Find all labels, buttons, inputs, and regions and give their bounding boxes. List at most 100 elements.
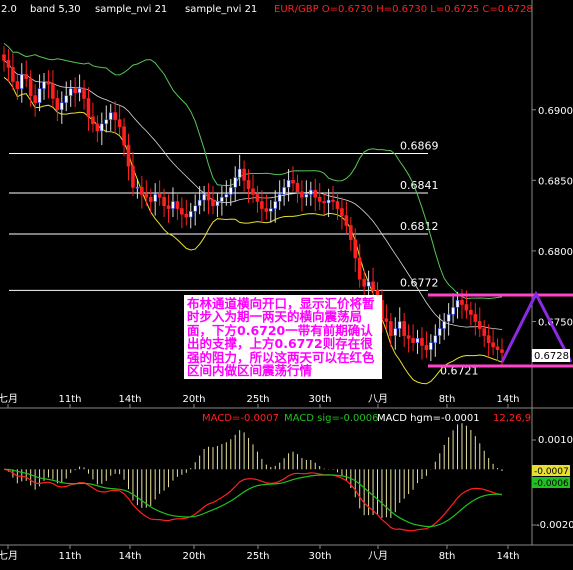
candle-body [264,208,269,212]
candle-body [140,187,144,195]
candle-body [135,187,140,189]
ohlc-label: EUR/GBP O=0.6730 H=0.6730 L=0.6725 C=0.6… [274,4,533,15]
candle-body [95,123,100,132]
candle-body [295,182,300,192]
candle-body [46,81,51,85]
candle-body [273,201,278,209]
candle-body [277,194,282,202]
candle-body [469,309,473,315]
candle-body [51,84,55,99]
candle-body [86,98,91,118]
candle-body [68,88,73,96]
candle-body [166,205,171,209]
price-tick-label: 0.6750 [538,317,573,328]
level-label: 0.6772 [400,276,439,289]
candle-body [331,199,335,202]
candle-body [77,88,82,94]
time-label: 20th [183,551,206,562]
time-label: 25th [247,551,270,562]
analysis-note: 布林通道横向开口，显示汇价将暂时步入为期一两天的横向震荡局面，下方0.6720一… [184,295,382,380]
candle-body [313,189,318,198]
candle-body [495,346,500,351]
candle-body [228,187,233,195]
candle-body [64,95,69,103]
candle-body [202,194,206,201]
candle-body [446,314,451,322]
candle-body [322,201,326,204]
candle-body [362,278,366,287]
candle-body [148,196,153,202]
indicator-nvi-1: sample_nvi 21 [95,4,167,15]
candle-body [491,342,495,348]
candle-body [197,199,202,207]
time-label: 30th [309,394,332,405]
candle-body [406,335,411,339]
time-label: 七月 [0,550,18,562]
candle-body [255,194,260,202]
candle-body [335,201,340,209]
indicator-band: band 5,30 [30,4,81,15]
candle-body [353,239,358,259]
candle-body [282,187,286,195]
candle-body [482,328,487,336]
macd-current-label: -0.0007 [534,467,569,477]
candle-body [42,81,46,89]
header-partial: 2.0 [1,4,17,15]
indicator-nvi-2: sample_nvi 21 [185,4,257,15]
candle-body [153,194,157,202]
candle-body [429,342,433,351]
candle-body [175,201,180,209]
candle-body [415,338,420,343]
macd-hgm-label: MACD hgm=-0.0001 [377,413,480,424]
candle-body [371,281,375,291]
candle-body [122,126,126,146]
level-label: 0.6812 [400,220,439,233]
candle-body [246,180,251,190]
sig-current-label: -0.0006 [534,479,569,489]
candle-body [477,321,482,329]
price-tick-label: 0.6900 [538,106,573,117]
candle-body [215,201,220,207]
candle-body [300,191,304,198]
candle-body [126,144,131,167]
candle-body [357,257,362,280]
candle-body [117,119,122,127]
candle-body [393,328,398,336]
candle-body [91,116,95,125]
price-tick-label: 0.6850 [538,176,573,187]
candle-body [402,321,406,336]
candle-body [6,60,11,68]
time-label: 25th [247,394,270,405]
macd-line [3,468,503,532]
time-axis-labels-bottom: 七月 11th 14th 20th 25th 30th 八月 8th 14th [0,545,519,562]
time-label: 七月 [0,393,18,405]
candle-body [251,188,255,195]
candle-body [397,321,402,329]
candle-body [211,199,215,207]
time-label: 八月 [368,393,388,405]
candle-body [144,194,149,198]
candle-body [171,201,175,209]
candle-body [180,208,184,215]
candle-body [309,189,313,195]
candle-body [220,196,224,202]
candle-body [500,349,504,353]
candle-body [73,88,77,94]
candle-body [2,54,6,61]
candle-body [464,304,469,311]
candle-body [326,199,331,204]
candle-body [100,123,104,132]
candle-body [286,180,291,188]
level-label: 0.6841 [400,179,439,192]
candle-body [206,194,211,201]
candle-body [442,321,446,329]
candle-body [486,335,491,343]
macd-tick-top: 0.0010 [538,435,573,446]
candle-body [55,98,60,111]
candle-body [389,321,393,336]
candle-body [15,81,20,89]
time-label: 8th [439,394,456,405]
candle-body [242,168,246,181]
candle-body [344,215,349,226]
time-label: 30th [309,551,332,562]
